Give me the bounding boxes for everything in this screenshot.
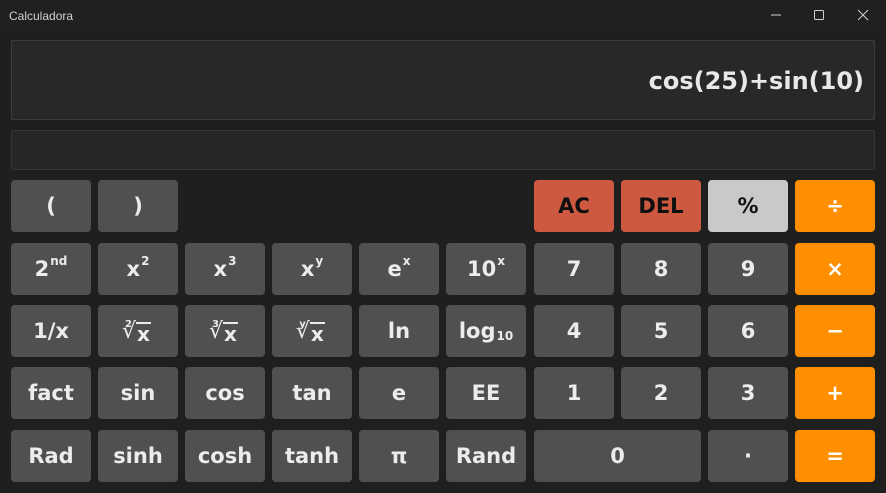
square-root-index: 2 — [125, 318, 133, 330]
right-paren-button[interactable]: ) — [98, 180, 178, 232]
multiply-button[interactable]: × — [795, 243, 875, 295]
digit-5-button[interactable]: 5 — [621, 305, 701, 357]
title-bar: Calculadora — [0, 0, 886, 32]
digit-6-button[interactable]: 6 — [708, 305, 788, 357]
sinh-button[interactable]: sinh — [98, 430, 178, 482]
pi-button[interactable]: π — [359, 430, 439, 482]
x-squared-button[interactable]: x2 — [98, 243, 178, 295]
e-power-x-base: e — [387, 257, 402, 281]
square-root-button[interactable]: 2 √ x — [98, 305, 178, 357]
close-button[interactable] — [841, 0, 885, 30]
factorial-button[interactable]: fact — [11, 367, 91, 419]
second-sup: nd — [50, 254, 68, 268]
all-clear-button[interactable]: AC — [534, 180, 614, 232]
digit-0-button[interactable]: 0 — [534, 430, 701, 482]
cube-root-radicand: x — [223, 321, 238, 346]
sin-button[interactable]: sin — [98, 367, 178, 419]
cos-button[interactable]: cos — [185, 367, 265, 419]
tan-button[interactable]: tan — [272, 367, 352, 419]
ten-power-x-button[interactable]: 10 x — [446, 243, 526, 295]
equals-button[interactable]: = — [795, 430, 875, 482]
cube-root-button[interactable]: 3 √ x — [185, 305, 265, 357]
maximize-button[interactable] — [797, 0, 841, 30]
cube-root-symbol: 3 √ x — [209, 318, 238, 346]
y-root-index: y — [299, 318, 306, 330]
e-power-x-button[interactable]: ex — [359, 243, 439, 295]
second-base: 2 — [34, 257, 50, 281]
digit-2-button[interactable]: 2 — [621, 367, 701, 419]
plus-button[interactable]: + — [795, 367, 875, 419]
tanh-button[interactable]: tanh — [272, 430, 352, 482]
x-cubed-button[interactable]: x3 — [185, 243, 265, 295]
x-cubed-sup: 3 — [228, 254, 237, 268]
minimize-button[interactable] — [754, 0, 798, 30]
exponent-ee-button[interactable]: EE — [446, 367, 526, 419]
minimize-icon — [771, 14, 781, 16]
reciprocal-button[interactable]: 1/x — [11, 305, 91, 357]
x-power-y-sup: y — [315, 254, 324, 268]
x-squared-sup: 2 — [141, 254, 150, 268]
log-sub: 10 — [496, 329, 514, 343]
square-root-symbol: 2 √ x — [122, 318, 151, 346]
log-base: log — [458, 319, 496, 343]
delete-button[interactable]: DEL — [621, 180, 701, 232]
digit-7-button[interactable]: 7 — [534, 243, 614, 295]
window-title: Calculadora — [9, 9, 74, 23]
log10-button[interactable]: log 10 — [446, 305, 526, 357]
x-squared-base: x — [126, 257, 141, 281]
y-root-symbol: y √ x — [296, 318, 325, 346]
expression-display: cos(25)+sin(10) — [11, 40, 875, 120]
e-power-x-sup: x — [402, 254, 411, 268]
square-root-radicand: x — [136, 321, 151, 346]
percent-button[interactable]: % — [708, 180, 788, 232]
ln-button[interactable]: ln — [359, 305, 439, 357]
maximize-icon — [814, 10, 824, 20]
euler-e-button[interactable]: e — [359, 367, 439, 419]
x-cubed-base: x — [213, 257, 228, 281]
result-display — [11, 130, 875, 170]
cube-root-index: 3 — [212, 318, 220, 330]
divide-button[interactable]: ÷ — [795, 180, 875, 232]
y-root-radicand: x — [309, 321, 325, 346]
cosh-button[interactable]: cosh — [185, 430, 265, 482]
rad-button[interactable]: Rad — [11, 430, 91, 482]
second-function-button[interactable]: 2nd — [11, 243, 91, 295]
left-paren-button[interactable]: ( — [11, 180, 91, 232]
digit-8-button[interactable]: 8 — [621, 243, 701, 295]
digit-3-button[interactable]: 3 — [708, 367, 788, 419]
decimal-point-button[interactable]: · — [708, 430, 788, 482]
ten-power-x-base: 10 — [467, 257, 497, 281]
digit-4-button[interactable]: 4 — [534, 305, 614, 357]
y-root-button[interactable]: y √ x — [272, 305, 352, 357]
expression-text: cos(25)+sin(10) — [648, 67, 864, 95]
close-icon — [857, 9, 869, 21]
minus-button[interactable]: − — [795, 305, 875, 357]
random-button[interactable]: Rand — [446, 430, 526, 482]
x-power-y-button[interactable]: xy — [272, 243, 352, 295]
x-power-y-base: x — [300, 257, 315, 281]
digit-9-button[interactable]: 9 — [708, 243, 788, 295]
digit-1-button[interactable]: 1 — [534, 367, 614, 419]
ten-power-x-sup: x — [497, 254, 505, 268]
